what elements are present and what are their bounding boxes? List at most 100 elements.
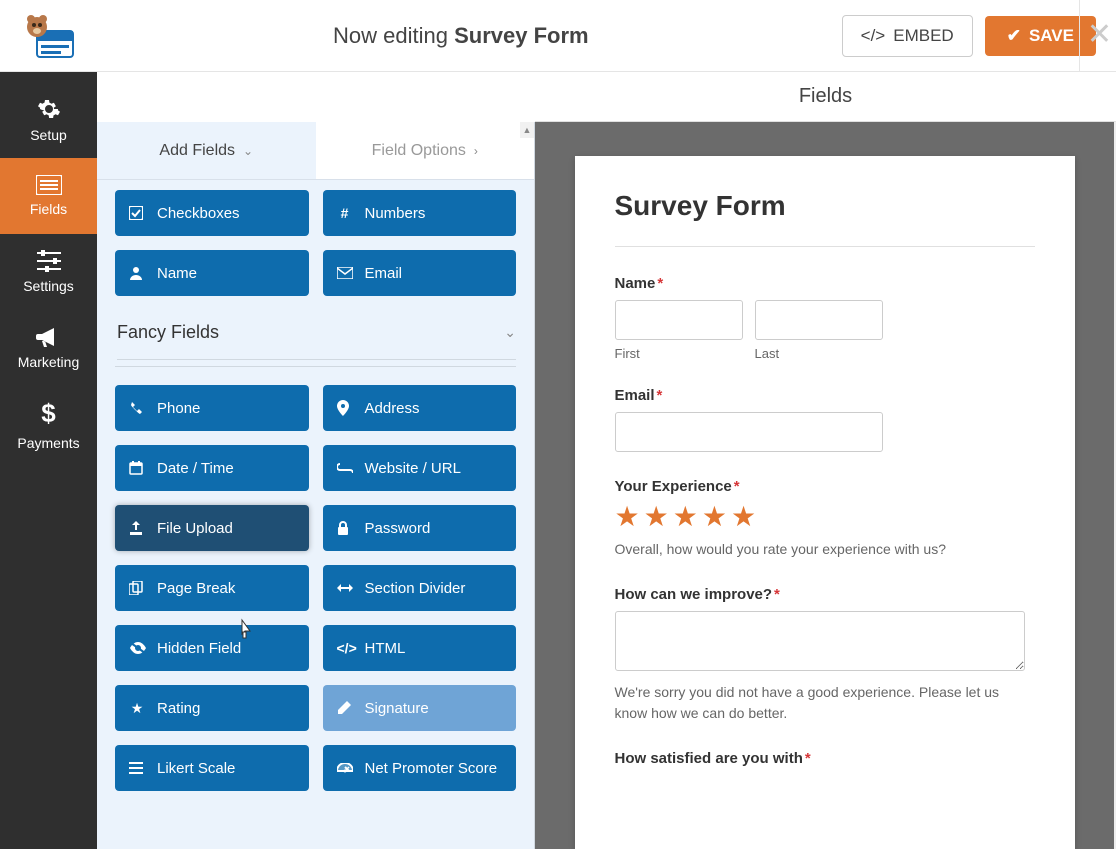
fancy-fields-header[interactable]: Fancy Fields ⌄: [117, 322, 516, 360]
improve-textarea[interactable]: [615, 611, 1025, 671]
save-label: SAVE: [1029, 26, 1074, 46]
dollar-icon: $: [41, 398, 55, 429]
field-email[interactable]: Email: [323, 250, 517, 296]
nav-payments[interactable]: $ Payments: [0, 386, 97, 462]
field-date-time[interactable]: Date / Time: [115, 445, 309, 491]
bullhorn-icon: [36, 326, 62, 348]
field-label: Phone: [157, 400, 200, 417]
field-hidden-field[interactable]: Hidden Field: [115, 625, 309, 671]
field-address[interactable]: Address: [323, 385, 517, 431]
required-asterisk: *: [734, 478, 740, 495]
email-label: Email*: [615, 387, 1035, 404]
experience-desc: Overall, how would you rate your experie…: [615, 539, 1035, 560]
sliders-icon: [37, 250, 61, 272]
bars-icon: [129, 762, 145, 774]
star-icon[interactable]: ★: [644, 503, 669, 531]
left-nav: Setup Fields Settings Marketing: [0, 72, 97, 849]
nav-settings[interactable]: Settings: [0, 234, 97, 310]
tab-add-fields[interactable]: Add Fields ⌄: [97, 122, 316, 179]
close-icon[interactable]: ✕: [1087, 20, 1112, 50]
field-signature[interactable]: Signature: [323, 685, 517, 731]
nav-label: Settings: [23, 278, 74, 294]
last-name-input[interactable]: [755, 300, 883, 340]
field-password[interactable]: Password: [323, 505, 517, 551]
field-label: Date / Time: [157, 460, 234, 477]
field-label: Likert Scale: [157, 760, 235, 777]
cal-icon: [129, 461, 145, 475]
code-icon: </>: [337, 640, 353, 656]
chevron-right-icon: ›: [474, 144, 478, 158]
star-rating[interactable]: ★ ★ ★ ★ ★: [615, 503, 1035, 531]
field-label: Section Divider: [365, 580, 466, 597]
scroll-up-icon[interactable]: ▲: [520, 122, 534, 138]
field-net-promoter-score[interactable]: Net Promoter Score: [323, 745, 517, 791]
embed-button[interactable]: </> EMBED: [842, 15, 973, 57]
form-preview: Survey Form Name* First: [535, 122, 1116, 849]
nav-fields[interactable]: Fields: [0, 158, 97, 234]
pin-icon: [337, 400, 353, 416]
experience-label: Your Experience*: [615, 478, 1035, 495]
divider: [615, 246, 1035, 247]
field-phone[interactable]: Phone: [115, 385, 309, 431]
editing-prefix: Now editing: [333, 23, 454, 48]
field-label: Password: [365, 520, 431, 537]
nav-setup[interactable]: Setup: [0, 82, 97, 158]
field-numbers[interactable]: #Numbers: [323, 190, 517, 236]
star-icon[interactable]: ★: [731, 503, 756, 531]
section-label: Fancy Fields: [117, 322, 219, 343]
gear-icon: [37, 97, 61, 121]
field-label: Signature: [365, 700, 429, 717]
first-sublabel: First: [615, 346, 743, 361]
field-label: Address: [365, 400, 420, 417]
dash-icon: [337, 763, 353, 773]
star-icon[interactable]: ★: [673, 503, 698, 531]
fields-side-panel: ▲ Add Fields ⌄ Field Options › Checkboxe…: [97, 122, 535, 849]
field-rating[interactable]: ★Rating: [115, 685, 309, 731]
first-name-input[interactable]: [615, 300, 743, 340]
chevron-down-icon: ⌄: [504, 324, 516, 341]
chevron-down-icon: ⌄: [243, 144, 253, 158]
field-label: Website / URL: [365, 460, 461, 477]
field-checkboxes[interactable]: Checkboxes: [115, 190, 309, 236]
eye-icon: [129, 642, 145, 654]
tab-label: Add Fields: [159, 142, 235, 160]
required-asterisk: *: [774, 586, 780, 603]
star-icon[interactable]: ★: [615, 503, 640, 531]
field-page-break[interactable]: Page Break: [115, 565, 309, 611]
hash-icon: #: [337, 205, 353, 221]
name-label: Name*: [615, 275, 1035, 292]
email-input[interactable]: [615, 412, 883, 452]
top-bar: Now editing Survey Form </> EMBED ✔ SAVE…: [0, 0, 1116, 72]
code-icon: </>: [861, 26, 886, 46]
field-likert-scale[interactable]: Likert Scale: [115, 745, 309, 791]
field-section-divider[interactable]: Section Divider: [323, 565, 517, 611]
embed-label: EMBED: [893, 26, 953, 46]
mail-icon: [337, 267, 353, 279]
form-title: Survey Form: [615, 190, 1035, 222]
satisfied-label: How satisfied are you with*: [615, 750, 1035, 767]
arrows-icon: [337, 583, 353, 593]
pencil-icon: [337, 701, 353, 715]
field-html[interactable]: </>HTML: [323, 625, 517, 671]
copy-icon: [129, 581, 145, 595]
star-icon: ★: [129, 700, 145, 717]
nav-label: Fields: [30, 201, 67, 217]
required-asterisk: *: [657, 387, 663, 404]
check-icon: [129, 206, 145, 220]
page-title: Now editing Survey Form: [80, 23, 842, 49]
form-name: Survey Form: [454, 23, 589, 48]
upload-icon: [129, 521, 145, 535]
field-label: File Upload: [157, 520, 233, 537]
nav-marketing[interactable]: Marketing: [0, 310, 97, 386]
field-website-url[interactable]: Website / URL: [323, 445, 517, 491]
field-file-upload[interactable]: File Upload: [115, 505, 309, 551]
user-icon: [129, 266, 145, 280]
phone-icon: [129, 401, 145, 415]
field-label: Hidden Field: [157, 640, 241, 657]
improve-label: How can we improve?*: [615, 586, 1035, 603]
form-card[interactable]: Survey Form Name* First: [575, 156, 1075, 849]
star-icon[interactable]: ★: [702, 503, 727, 531]
tab-field-options[interactable]: Field Options ›: [316, 122, 535, 179]
fields-panel-title: Fields: [535, 72, 1116, 122]
field-name[interactable]: Name: [115, 250, 309, 296]
